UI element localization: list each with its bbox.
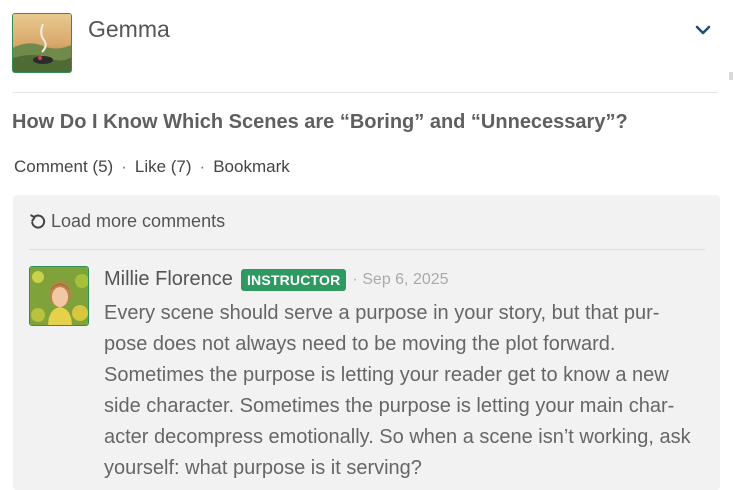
chevron-down-icon[interactable] (694, 21, 712, 39)
comment-text-line: side character. Sometimes the purpose is… (104, 395, 675, 417)
author-avatar[interactable] (12, 13, 72, 73)
reload-icon (29, 213, 47, 231)
comments-panel: Load more comments Millie Florence INSTR… (13, 195, 720, 490)
commenter-name[interactable]: Millie Florence (104, 268, 233, 291)
comment-body: Every scene should serve a purpose in yo… (104, 298, 710, 484)
bookmark-link[interactable]: Bookmark (213, 157, 290, 176)
post-actions: Comment (5) · Like (7) · Bookmark (14, 157, 290, 177)
comment-link[interactable]: Comment (5) (14, 157, 113, 176)
instructor-badge: INSTRUCTOR (240, 268, 347, 291)
post-title: How Do I Know Which Scenes are “Boring” … (12, 111, 628, 133)
divider (12, 92, 718, 93)
load-more-comments-button[interactable]: Load more comments (29, 211, 225, 232)
separator-dot: · (199, 157, 206, 176)
post-author-name[interactable]: Gemma (88, 16, 170, 43)
load-more-label: Load more comments (51, 211, 226, 231)
comment-text-line: Every scene should serve a purpose in yo… (104, 302, 660, 324)
scrollbar-thumb[interactable] (729, 72, 733, 80)
comment-text-line: acter decompress emotionally. So when a … (104, 426, 691, 448)
comment-date: · Sep 6, 2025 (352, 270, 449, 288)
separator-dot: · (121, 157, 127, 176)
like-link[interactable]: Like (7) (135, 157, 192, 176)
comment-text-line: pose does not always need to be moving t… (104, 333, 616, 355)
comment-text-line: yourself: what purpose is it serving? (104, 457, 422, 479)
comment-header: Millie Florence INSTRUCTOR · Sep 6, 2025 (104, 268, 449, 291)
post-header: Gemma (0, 0, 734, 93)
comment-text-line: Sometimes the purpose is letting your re… (104, 364, 669, 386)
divider (29, 249, 705, 250)
commenter-avatar[interactable] (29, 266, 89, 326)
